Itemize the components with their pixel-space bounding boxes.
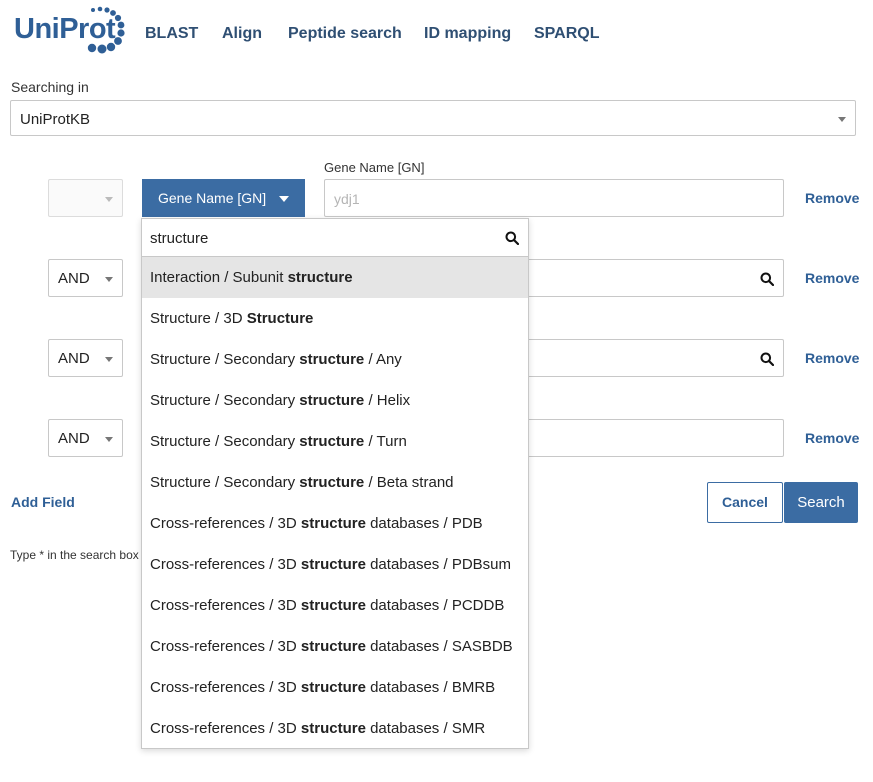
- option-prefix: Cross-references / 3D: [150, 720, 301, 737]
- dropdown-option[interactable]: Cross-references / 3D structure database…: [142, 626, 528, 667]
- option-prefix: Structure / Secondary: [150, 351, 300, 368]
- option-match: structure: [299, 351, 365, 368]
- option-suffix: databases / PDB: [365, 515, 483, 532]
- option-suffix: / Turn: [364, 433, 407, 450]
- database-select[interactable]: UniProtKB: [10, 100, 856, 136]
- option-match: structure: [287, 269, 353, 286]
- option-prefix: Cross-references / 3D: [150, 679, 301, 696]
- operator-select-4[interactable]: AND: [48, 419, 123, 457]
- field-select-label: Gene Name [GN]: [158, 190, 267, 206]
- dropdown-option[interactable]: Structure / Secondary structure / Helix: [142, 380, 528, 421]
- chevron-down-icon: [838, 117, 846, 122]
- dropdown-option[interactable]: Structure / 3D Structure: [142, 298, 528, 339]
- chevron-down-icon: [105, 357, 113, 362]
- option-match: structure: [299, 433, 365, 450]
- dropdown-search-value: structure: [150, 230, 209, 247]
- option-suffix: / Helix: [364, 392, 411, 409]
- remove-button-2[interactable]: Remove: [805, 270, 859, 286]
- cancel-button[interactable]: Cancel: [707, 482, 783, 523]
- option-suffix: / Beta strand: [364, 474, 454, 491]
- option-match: Structure: [246, 310, 314, 327]
- option-suffix: databases / PDBsum: [365, 556, 511, 573]
- caret-down-icon: [279, 196, 289, 202]
- search-icon[interactable]: [760, 352, 774, 366]
- remove-button-3[interactable]: Remove: [805, 350, 859, 366]
- operator-value: AND: [58, 430, 90, 447]
- option-match: structure: [299, 392, 365, 409]
- option-match: structure: [300, 720, 366, 737]
- searching-in-label: Searching in: [11, 79, 89, 95]
- logo-text[interactable]: UniProt: [14, 13, 116, 46]
- option-match: structure: [300, 597, 366, 614]
- option-suffix: databases / SASBDB: [365, 638, 513, 655]
- option-suffix: / Any: [364, 351, 402, 368]
- nav-align[interactable]: Align: [222, 25, 262, 43]
- option-match: structure: [300, 515, 366, 532]
- option-prefix: Cross-references / 3D: [150, 515, 301, 532]
- option-prefix: Interaction / Subunit: [150, 269, 288, 286]
- dropdown-option[interactable]: Structure / Secondary structure / Any: [142, 339, 528, 380]
- dropdown-option[interactable]: Cross-references / 3D structure database…: [142, 503, 528, 544]
- dropdown-option[interactable]: Cross-references / 3D structure database…: [142, 544, 528, 585]
- operator-select-1[interactable]: [48, 179, 123, 217]
- option-prefix: Structure / 3D: [150, 310, 247, 327]
- dropdown-option[interactable]: Structure / Secondary structure / Turn: [142, 421, 528, 462]
- hint-text: Type * in the search box: [10, 548, 139, 562]
- field-select-button[interactable]: Gene Name [GN]: [142, 179, 305, 217]
- dropdown-option[interactable]: Structure / Secondary structure / Beta s…: [142, 462, 528, 503]
- option-match: structure: [300, 638, 366, 655]
- option-suffix: databases / SMR: [365, 720, 486, 737]
- option-suffix: databases / PCDDB: [365, 597, 505, 614]
- search-icon[interactable]: [760, 272, 774, 286]
- add-field-button[interactable]: Add Field: [11, 494, 75, 510]
- option-prefix: Structure / Secondary: [150, 474, 300, 491]
- option-match: structure: [300, 556, 366, 573]
- nav-id-mapping[interactable]: ID mapping: [424, 25, 511, 43]
- operator-value: AND: [58, 350, 90, 367]
- operator-select-3[interactable]: AND: [48, 339, 123, 377]
- operator-select-2[interactable]: AND: [48, 259, 123, 297]
- search-button[interactable]: Search: [784, 482, 858, 523]
- nav-peptide-search[interactable]: Peptide search: [288, 25, 402, 43]
- gene-name-placeholder: ydj1: [334, 191, 360, 207]
- nav-blast[interactable]: BLAST: [145, 25, 198, 43]
- field-label-gene-name: Gene Name [GN]: [324, 160, 425, 175]
- gene-name-input[interactable]: ydj1: [324, 179, 784, 217]
- operator-value: AND: [58, 270, 90, 287]
- search-icon[interactable]: [505, 231, 520, 250]
- dropdown-option[interactable]: Cross-references / 3D structure database…: [142, 708, 528, 749]
- field-dropdown: structure Interaction / Subunit structur…: [141, 218, 529, 749]
- remove-button-1[interactable]: Remove: [805, 190, 859, 206]
- dropdown-option[interactable]: Cross-references / 3D structure database…: [142, 585, 528, 626]
- option-prefix: Structure / Secondary: [150, 392, 300, 409]
- option-match: structure: [300, 679, 366, 696]
- option-prefix: Cross-references / 3D: [150, 597, 301, 614]
- nav-sparql[interactable]: SPARQL: [534, 25, 599, 43]
- remove-button-4[interactable]: Remove: [805, 430, 859, 446]
- dropdown-option[interactable]: Cross-references / 3D structure database…: [142, 667, 528, 708]
- option-prefix: Cross-references / 3D: [150, 556, 301, 573]
- dropdown-option[interactable]: Interaction / Subunit structure: [142, 257, 528, 298]
- option-match: structure: [299, 474, 365, 491]
- chevron-down-icon: [105, 277, 113, 282]
- chevron-down-icon: [105, 437, 113, 442]
- dropdown-search-input[interactable]: structure: [142, 219, 528, 257]
- database-select-value: UniProtKB: [20, 111, 91, 128]
- option-prefix: Cross-references / 3D: [150, 638, 301, 655]
- option-suffix: databases / BMRB: [365, 679, 496, 696]
- option-prefix: Structure / Secondary: [150, 433, 300, 450]
- chevron-down-icon: [105, 197, 113, 202]
